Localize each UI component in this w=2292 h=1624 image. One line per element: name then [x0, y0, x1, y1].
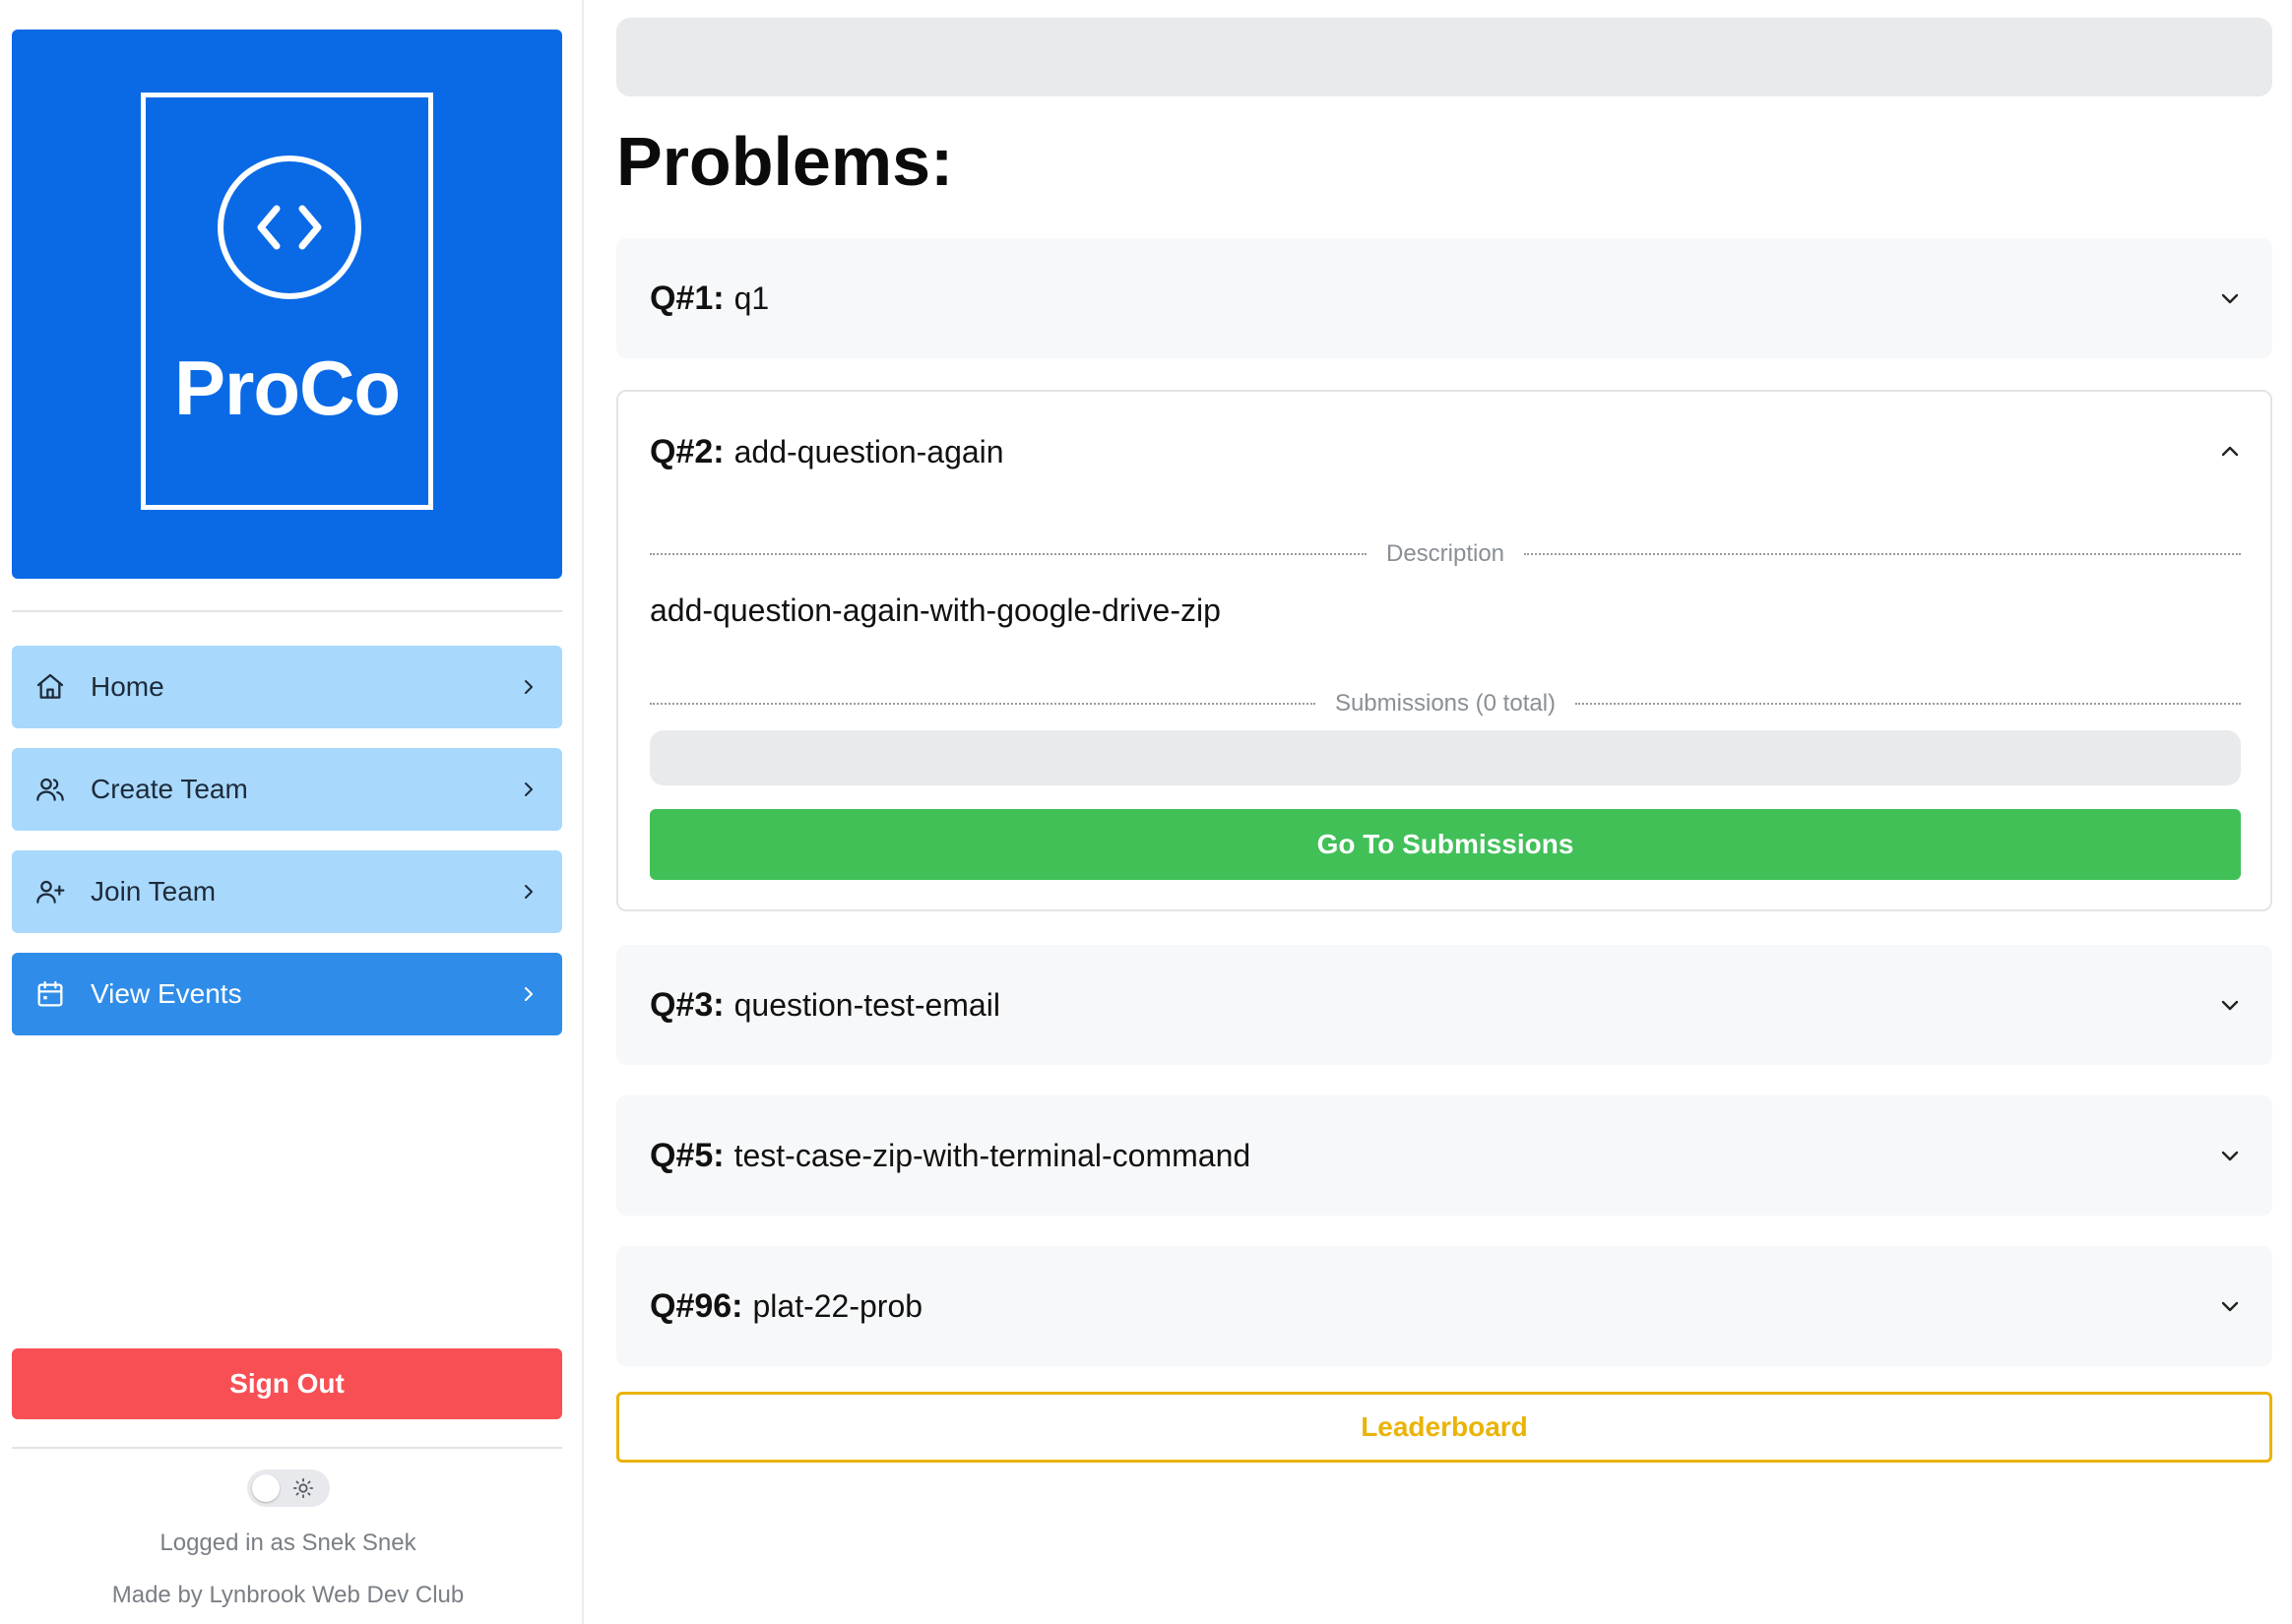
problem-accordion-q5[interactable]: Q#5: test-case-zip-with-terminal-command [616, 1095, 2272, 1216]
sidebar-item-join-team[interactable]: Join Team [12, 850, 562, 933]
chevron-up-icon [2217, 439, 2243, 465]
user-plus-icon [33, 875, 67, 908]
problem-name: add-question-again [733, 433, 1004, 469]
problem-description: add-question-again-with-google-drive-zip [650, 593, 1221, 628]
sidebar-item-label: Home [91, 671, 164, 702]
chevron-down-icon [2217, 1143, 2243, 1168]
sidebar: ProCo Home Create Team Join Team View Ev… [0, 0, 584, 1624]
problem-number: Q#3: [650, 985, 725, 1024]
problem-name: q1 [733, 280, 770, 316]
submissions-label: Submissions (0 total) [1334, 690, 1557, 717]
chevron-right-icon [517, 982, 541, 1006]
sign-out-button[interactable]: Sign Out [12, 1348, 562, 1419]
code-icon [218, 156, 361, 299]
problem-number: Q#2: [650, 432, 725, 470]
sidebar-item-home[interactable]: Home [12, 646, 562, 728]
loading-placeholder-bar [616, 18, 2272, 96]
sidebar-item-create-team[interactable]: Create Team [12, 748, 562, 831]
sidebar-item-label: Create Team [91, 774, 248, 804]
problem-accordion-q2: Q#2: add-question-again Description add-… [616, 390, 2272, 911]
problem-name: question-test-email [733, 986, 1000, 1023]
problem-accordion-q1[interactable]: Q#1: q1 [616, 238, 2272, 358]
problem-name: plat-22-prob [752, 1287, 923, 1324]
logo-frame: ProCo [141, 93, 433, 510]
go-to-submissions-button[interactable]: Go To Submissions [650, 809, 2241, 880]
sidebar-item-label: View Events [91, 978, 242, 1009]
problem-accordion-header[interactable]: Q#2: add-question-again [618, 392, 2270, 512]
problem-number: Q#96: [650, 1286, 743, 1325]
sun-icon [292, 1477, 314, 1504]
description-label: Description [1385, 540, 1505, 567]
logo-text: ProCo [174, 344, 401, 431]
chevron-down-icon [2217, 285, 2243, 311]
users-icon [33, 773, 67, 806]
sidebar-divider [12, 1447, 562, 1449]
app-root: ProCo Home Create Team Join Team View Ev… [0, 0, 2292, 1624]
page-title: Problems: [616, 123, 954, 200]
problem-accordion-q3[interactable]: Q#3: question-test-email [616, 945, 2272, 1065]
sidebar-divider [12, 610, 562, 612]
home-icon [33, 670, 67, 704]
chevron-down-icon [2217, 992, 2243, 1018]
theme-toggle[interactable] [247, 1469, 330, 1507]
proco-logo: ProCo [12, 30, 562, 579]
toggle-knob [252, 1474, 280, 1502]
problem-accordion-q96[interactable]: Q#96: plat-22-prob [616, 1246, 2272, 1366]
chevron-right-icon [517, 880, 541, 904]
submissions-divider: Submissions (0 total) [650, 689, 2241, 718]
chevron-down-icon [2217, 1293, 2243, 1319]
calendar-icon [33, 977, 67, 1011]
sidebar-item-label: Join Team [91, 876, 217, 906]
chevron-right-icon [517, 778, 541, 801]
logged-in-text: Logged in as Snek Snek [159, 1530, 416, 1556]
made-by-text: Made by Lynbrook Web Dev Club [111, 1582, 465, 1608]
sidebar-item-view-events[interactable]: View Events [12, 953, 562, 1035]
problem-name: test-case-zip-with-terminal-command [733, 1137, 1251, 1173]
leaderboard-button[interactable]: Leaderboard [616, 1392, 2272, 1463]
problem-number: Q#1: [650, 279, 725, 317]
description-divider: Description [650, 539, 2242, 569]
chevron-right-icon [517, 675, 541, 699]
problem-number: Q#5: [650, 1136, 725, 1174]
submissions-placeholder-bar [650, 730, 2241, 785]
